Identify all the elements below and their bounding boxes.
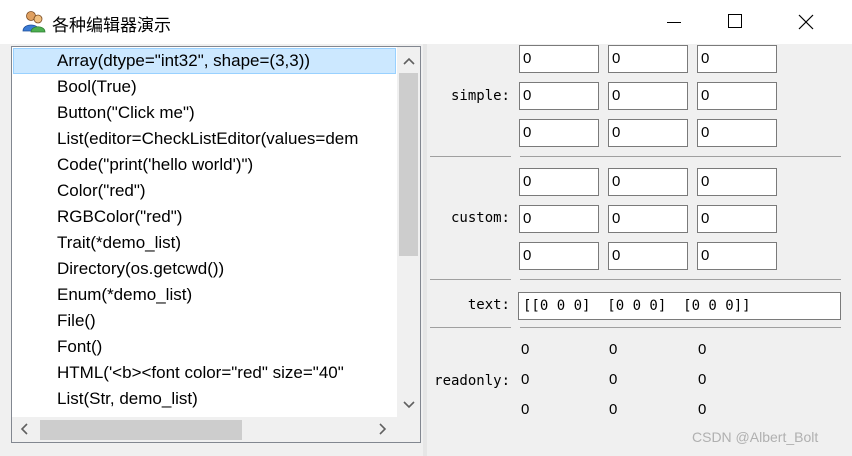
simple-cell[interactable]: 0 xyxy=(519,119,599,147)
window-title: 各种编辑器演示 xyxy=(52,16,171,36)
readonly-value: 0 xyxy=(698,371,707,388)
chevron-up-icon[interactable] xyxy=(400,53,418,71)
maximize-icon xyxy=(728,14,742,28)
vertical-scrollbar[interactable] xyxy=(397,47,420,417)
list-item[interactable]: List(editor=CheckListEditor(values=dem xyxy=(13,126,396,152)
custom-cell[interactable]: 0 xyxy=(697,168,777,196)
divider xyxy=(430,327,511,328)
list-item[interactable]: Trait(*demo_list) xyxy=(13,230,396,256)
simple-cell[interactable]: 0 xyxy=(697,45,777,73)
list-item[interactable]: File() xyxy=(13,308,396,334)
list-item[interactable]: Enum(*demo_list) xyxy=(13,282,396,308)
divider xyxy=(430,279,511,280)
scrollbar-corner xyxy=(397,417,420,442)
list-item[interactable]: Directory(os.getcwd()) xyxy=(13,256,396,282)
chevron-right-icon[interactable] xyxy=(373,420,391,438)
list-item[interactable]: Color("red") xyxy=(13,178,396,204)
simple-cell[interactable]: 0 xyxy=(608,45,688,73)
simple-label: simple: xyxy=(450,88,510,104)
readonly-value: 0 xyxy=(521,371,530,388)
watermark: CSDN @Albert_Bolt xyxy=(692,429,819,445)
list-item[interactable]: List(Str, demo_list) xyxy=(13,386,396,412)
divider xyxy=(520,156,841,157)
maximize-button[interactable] xyxy=(700,0,770,44)
chevron-down-icon[interactable] xyxy=(400,395,418,413)
text-editor-field[interactable]: [[0 0 0] [0 0 0] [0 0 0]] xyxy=(518,292,841,320)
simple-cell[interactable]: 0 xyxy=(608,119,688,147)
list-item[interactable]: Code("print('hello world')") xyxy=(13,152,396,178)
list-item[interactable]: RGBColor("red") xyxy=(13,204,396,230)
custom-cell[interactable]: 0 xyxy=(608,242,688,270)
divider xyxy=(430,156,511,157)
list-item[interactable]: Button("Click me") xyxy=(13,100,396,126)
custom-cell[interactable]: 0 xyxy=(519,168,599,196)
custom-cell[interactable]: 0 xyxy=(608,168,688,196)
text-label: text: xyxy=(467,297,510,313)
users-icon xyxy=(22,11,46,33)
list-item[interactable]: HTML('<b><font color="red" size="40" xyxy=(13,360,396,386)
custom-cell[interactable]: 0 xyxy=(697,242,777,270)
title-bar: 各种编辑器演示 xyxy=(0,0,852,44)
simple-cell[interactable]: 0 xyxy=(519,82,599,110)
custom-cell[interactable]: 0 xyxy=(608,205,688,233)
vertical-scroll-thumb[interactable] xyxy=(399,73,418,256)
readonly-value: 0 xyxy=(698,341,707,358)
readonly-value: 0 xyxy=(521,341,530,358)
list-item[interactable]: Font() xyxy=(13,334,396,360)
simple-cell[interactable]: 0 xyxy=(697,82,777,110)
editor-list[interactable]: Array(dtype="int32", shape=(3,3)) Bool(T… xyxy=(11,46,421,443)
readonly-value: 0 xyxy=(609,371,618,388)
panel-splitter[interactable] xyxy=(423,44,427,456)
readonly-value: 0 xyxy=(698,401,707,418)
minimize-icon xyxy=(667,22,681,23)
custom-label: custom: xyxy=(450,210,510,226)
list-items-container: Array(dtype="int32", shape=(3,3)) Bool(T… xyxy=(12,47,396,417)
divider xyxy=(520,327,841,328)
close-icon xyxy=(798,14,814,30)
simple-cell[interactable]: 0 xyxy=(697,119,777,147)
readonly-label: readonly: xyxy=(434,373,510,389)
custom-cell[interactable]: 0 xyxy=(519,242,599,270)
list-item[interactable]: Array(dtype="int32", shape=(3,3)) xyxy=(13,48,396,74)
simple-cell[interactable]: 0 xyxy=(608,82,688,110)
custom-cell[interactable]: 0 xyxy=(519,205,599,233)
divider xyxy=(520,279,841,280)
custom-cell[interactable]: 0 xyxy=(697,205,777,233)
simple-cell[interactable]: 0 xyxy=(519,45,599,73)
readonly-value: 0 xyxy=(609,401,618,418)
horizontal-scrollbar[interactable] xyxy=(12,417,397,442)
readonly-value: 0 xyxy=(609,341,618,358)
chevron-left-icon[interactable] xyxy=(16,420,34,438)
horizontal-scroll-thumb[interactable] xyxy=(40,420,242,440)
readonly-value: 0 xyxy=(521,401,530,418)
list-item[interactable]: Bool(True) xyxy=(13,74,396,100)
close-button[interactable] xyxy=(770,0,840,44)
